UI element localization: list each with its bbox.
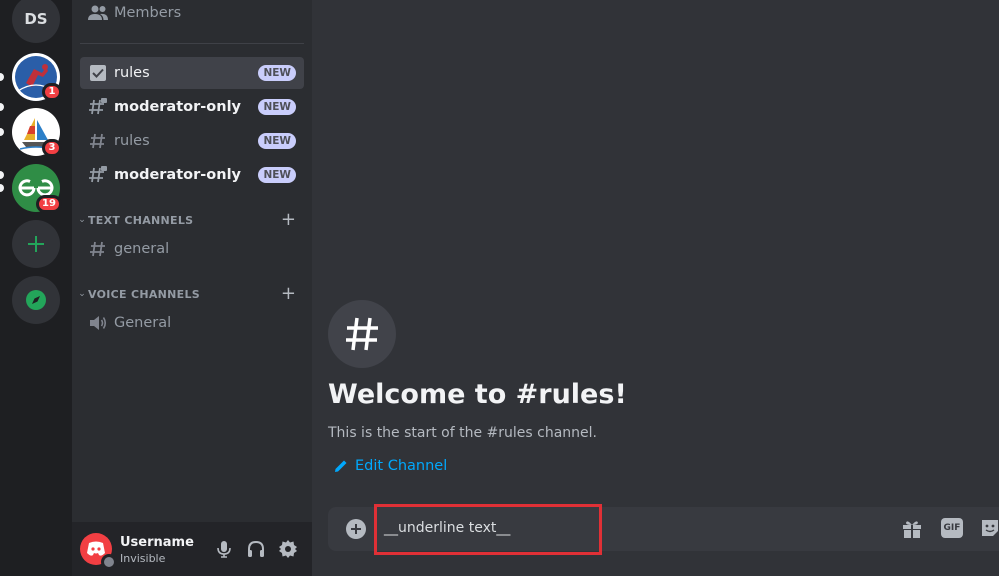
edit-channel-link[interactable]: Edit Channel <box>334 458 447 474</box>
voice-channel-general[interactable]: General <box>80 307 304 339</box>
locked-hash-icon <box>88 165 108 185</box>
add-server-button[interactable] <box>12 220 60 268</box>
unread-pill <box>0 184 4 192</box>
compass-icon <box>26 290 46 310</box>
speaker-icon <box>88 313 108 333</box>
channel-general[interactable]: general <box>80 233 304 265</box>
channel-label: rules <box>114 65 150 81</box>
hash-icon <box>88 239 108 259</box>
edit-channel-label: Edit Channel <box>355 458 448 474</box>
explore-servers-button[interactable] <box>12 276 60 324</box>
chevron-down-icon: ⌄ <box>78 215 86 225</box>
status-indicator <box>101 554 117 570</box>
attach-plus-icon[interactable] <box>346 519 366 539</box>
microphone-icon[interactable] <box>214 539 234 563</box>
plus-icon <box>28 236 44 252</box>
category-label: TEXT CHANNELS <box>88 213 194 227</box>
channel-label: moderator-only <box>114 99 241 115</box>
channel-sidebar: Members rules NEW moderator-only NEW rul… <box>0 0 312 576</box>
category-text-channels[interactable]: ⌄ TEXT CHANNELS + <box>76 210 300 230</box>
channel-moderator-only[interactable]: moderator-only NEW <box>80 91 304 123</box>
category-label: VOICE CHANNELS <box>88 287 201 301</box>
rules-icon <box>88 63 108 83</box>
members-row[interactable]: Members <box>88 4 181 22</box>
channel-label: General <box>114 315 172 331</box>
pencil-icon <box>335 460 347 472</box>
user-status: Invisible <box>120 552 166 565</box>
headphones-icon[interactable] <box>246 539 266 563</box>
create-channel-plus-icon[interactable]: + <box>281 210 296 230</box>
sticker-icon[interactable] <box>980 518 999 542</box>
welcome-subtitle: This is the start of the #rules channel. <box>328 425 598 441</box>
username: Username <box>120 535 194 550</box>
server-ds[interactable]: DS <box>12 0 60 43</box>
gift-icon[interactable] <box>901 519 923 543</box>
highlight-box <box>374 504 602 555</box>
members-label: Members <box>114 5 182 21</box>
channel-label: general <box>114 241 170 257</box>
welcome-title: Welcome to #rules! <box>328 379 627 410</box>
main-chat: Welcome to #rules! This is the start of … <box>312 0 999 576</box>
channel-label: moderator-only <box>114 167 241 183</box>
discord-logo-icon <box>87 541 105 556</box>
channel-hash-avatar <box>328 300 396 368</box>
hash-icon <box>88 131 108 151</box>
divider <box>80 43 304 44</box>
members-icon <box>88 5 108 20</box>
server-ds-label: DS <box>24 10 48 28</box>
server-rail: DS 1 3 19 <box>0 0 72 576</box>
gif-button[interactable]: GIF <box>941 518 963 538</box>
channel-rules-active[interactable]: rules NEW <box>80 57 304 89</box>
server-gfg-badge: 19 <box>36 195 62 213</box>
unread-pill <box>0 128 4 136</box>
gear-icon[interactable] <box>278 539 298 563</box>
new-badge: NEW <box>258 65 296 81</box>
hash-icon <box>346 317 378 351</box>
chevron-down-icon: ⌄ <box>78 289 86 299</box>
new-badge: NEW <box>258 167 296 183</box>
new-badge: NEW <box>258 99 296 115</box>
new-badge: NEW <box>258 133 296 149</box>
category-voice-channels[interactable]: ⌄ VOICE CHANNELS + <box>76 284 300 304</box>
channel-label: rules <box>114 133 150 149</box>
channel-rules[interactable]: rules NEW <box>80 125 304 157</box>
channel-moderator-only-2[interactable]: moderator-only NEW <box>80 159 304 191</box>
create-channel-plus-icon[interactable]: + <box>281 284 296 304</box>
server-sailboat-badge: 3 <box>42 139 62 157</box>
unread-pill <box>0 73 4 81</box>
user-panel: Username Invisible <box>72 522 312 576</box>
server-spider-badge: 1 <box>42 83 62 101</box>
locked-hash-icon <box>88 97 108 117</box>
